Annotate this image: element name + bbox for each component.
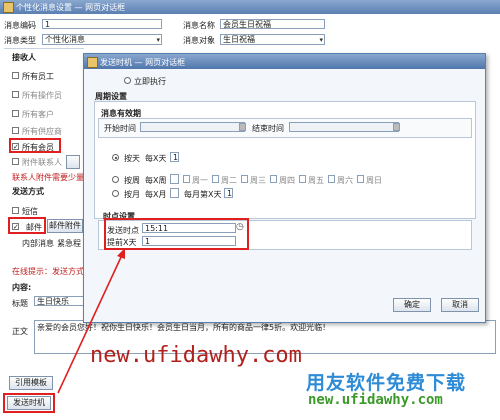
watermark-url: new.ufidawhy.com [90,343,302,368]
watermark-brand-url: new.ufidawhy.com [308,392,443,408]
watermark-brand: 用友软件免费下载 [306,372,467,394]
